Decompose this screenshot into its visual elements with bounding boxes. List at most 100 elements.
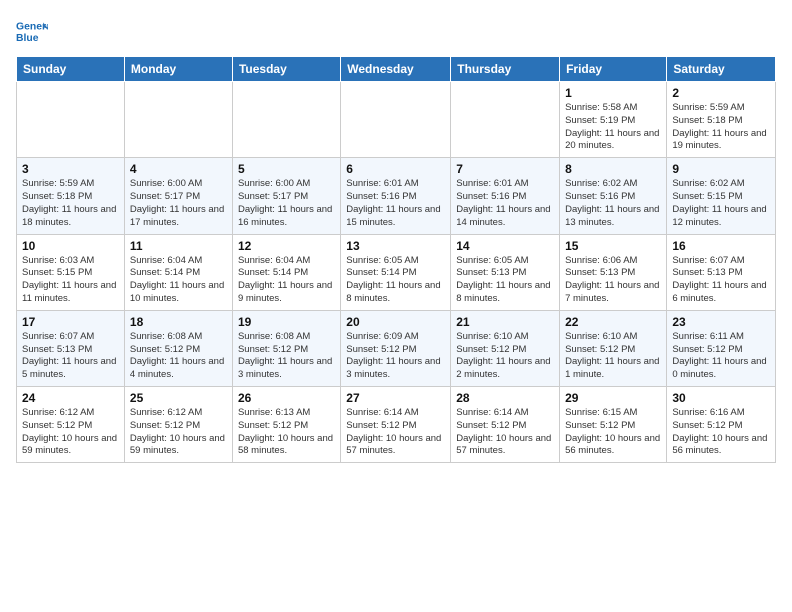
calendar-cell: 18 Sunrise: 6:08 AM Sunset: 5:12 PM Dayli… [124, 310, 232, 386]
day-info: Sunrise: 5:59 AM Sunset: 5:18 PM Dayligh… [672, 102, 770, 153]
calendar-cell: 29Sunrise: 6:15 AM Sunset: 5:12 PM Dayli… [560, 387, 667, 463]
calendar-week-row: 17 Sunrise: 6:07 AM Sunset: 5:13 PM Dayli… [17, 310, 776, 386]
calendar-cell: 9 Sunrise: 6:02 AM Sunset: 5:15 PM Daylig… [667, 158, 776, 234]
day-info: Sunrise: 6:04 AM Sunset: 5:14 PM Dayligh… [130, 255, 227, 306]
day-number: 11 [130, 239, 227, 253]
weekday-header: Saturday [667, 57, 776, 82]
day-number: 9 [672, 162, 770, 176]
weekday-header: Monday [124, 57, 232, 82]
day-info: Sunrise: 6:01 AM Sunset: 5:16 PM Dayligh… [456, 178, 554, 229]
calendar-cell [451, 82, 560, 158]
calendar-cell: 22 Sunrise: 6:10 AM Sunset: 5:12 PM Dayli… [560, 310, 667, 386]
weekday-header: Friday [560, 57, 667, 82]
day-info: Sunrise: 5:59 AM Sunset: 5:18 PM Dayligh… [22, 178, 119, 229]
weekday-header: Tuesday [232, 57, 340, 82]
calendar-cell: 1Sunrise: 5:58 AM Sunset: 5:19 PM Daylig… [560, 82, 667, 158]
day-number: 3 [22, 162, 119, 176]
day-info: Sunrise: 6:01 AM Sunset: 5:16 PM Dayligh… [346, 178, 445, 229]
calendar-cell: 20 Sunrise: 6:09 AM Sunset: 5:12 PM Dayli… [341, 310, 451, 386]
day-info: Sunrise: 6:05 AM Sunset: 5:14 PM Dayligh… [346, 255, 445, 306]
calendar-cell [17, 82, 125, 158]
calendar-week-row: 3 Sunrise: 5:59 AM Sunset: 5:18 PM Daylig… [17, 158, 776, 234]
calendar-cell: 26Sunrise: 6:13 AM Sunset: 5:12 PM Dayli… [232, 387, 340, 463]
day-number: 16 [672, 239, 770, 253]
calendar-cell: 2 Sunrise: 5:59 AM Sunset: 5:18 PM Daylig… [667, 82, 776, 158]
calendar-cell: 8Sunrise: 6:02 AM Sunset: 5:16 PM Daylig… [560, 158, 667, 234]
calendar-cell: 24 Sunrise: 6:12 AM Sunset: 5:12 PM Dayli… [17, 387, 125, 463]
day-info: Sunrise: 6:14 AM Sunset: 5:12 PM Dayligh… [346, 407, 445, 458]
calendar-week-row: 1Sunrise: 5:58 AM Sunset: 5:19 PM Daylig… [17, 82, 776, 158]
calendar-cell: 16 Sunrise: 6:07 AM Sunset: 5:13 PM Dayli… [667, 234, 776, 310]
calendar-cell: 28 Sunrise: 6:14 AM Sunset: 5:12 PM Dayli… [451, 387, 560, 463]
day-info: Sunrise: 6:07 AM Sunset: 5:13 PM Dayligh… [672, 255, 770, 306]
day-number: 22 [565, 315, 661, 329]
day-info: Sunrise: 6:15 AM Sunset: 5:12 PM Dayligh… [565, 407, 661, 458]
day-number: 14 [456, 239, 554, 253]
day-info: Sunrise: 6:08 AM Sunset: 5:12 PM Dayligh… [238, 331, 335, 382]
day-number: 21 [456, 315, 554, 329]
day-info: Sunrise: 6:10 AM Sunset: 5:12 PM Dayligh… [565, 331, 661, 382]
calendar-cell: 25 Sunrise: 6:12 AM Sunset: 5:12 PM Dayli… [124, 387, 232, 463]
calendar-table: SundayMondayTuesdayWednesdayThursdayFrid… [16, 56, 776, 463]
calendar-cell: 23 Sunrise: 6:11 AM Sunset: 5:12 PM Dayli… [667, 310, 776, 386]
day-info: Sunrise: 6:14 AM Sunset: 5:12 PM Dayligh… [456, 407, 554, 458]
day-info: Sunrise: 6:10 AM Sunset: 5:12 PM Dayligh… [456, 331, 554, 382]
day-info: Sunrise: 6:06 AM Sunset: 5:13 PM Dayligh… [565, 255, 661, 306]
day-number: 15 [565, 239, 661, 253]
day-info: Sunrise: 6:00 AM Sunset: 5:17 PM Dayligh… [130, 178, 227, 229]
day-number: 28 [456, 391, 554, 405]
calendar-cell: 17 Sunrise: 6:07 AM Sunset: 5:13 PM Dayli… [17, 310, 125, 386]
day-number: 4 [130, 162, 227, 176]
day-number: 18 [130, 315, 227, 329]
calendar-cell [232, 82, 340, 158]
day-info: Sunrise: 6:08 AM Sunset: 5:12 PM Dayligh… [130, 331, 227, 382]
calendar-cell: 3 Sunrise: 5:59 AM Sunset: 5:18 PM Daylig… [17, 158, 125, 234]
day-info: Sunrise: 6:12 AM Sunset: 5:12 PM Dayligh… [22, 407, 119, 458]
calendar-week-row: 10 Sunrise: 6:03 AM Sunset: 5:15 PM Dayli… [17, 234, 776, 310]
logo-icon: General Blue [16, 16, 48, 48]
day-info: Sunrise: 6:02 AM Sunset: 5:15 PM Dayligh… [672, 178, 770, 229]
day-info: Sunrise: 6:07 AM Sunset: 5:13 PM Dayligh… [22, 331, 119, 382]
day-number: 20 [346, 315, 445, 329]
day-info: Sunrise: 6:13 AM Sunset: 5:12 PM Dayligh… [238, 407, 335, 458]
weekday-header: Sunday [17, 57, 125, 82]
day-number: 19 [238, 315, 335, 329]
weekday-header: Wednesday [341, 57, 451, 82]
day-info: Sunrise: 6:03 AM Sunset: 5:15 PM Dayligh… [22, 255, 119, 306]
svg-text:Blue: Blue [16, 33, 39, 44]
calendar-header-row: SundayMondayTuesdayWednesdayThursdayFrid… [17, 57, 776, 82]
calendar-cell: 11 Sunrise: 6:04 AM Sunset: 5:14 PM Dayli… [124, 234, 232, 310]
day-number: 6 [346, 162, 445, 176]
day-number: 25 [130, 391, 227, 405]
calendar-cell: 7 Sunrise: 6:01 AM Sunset: 5:16 PM Daylig… [451, 158, 560, 234]
day-number: 17 [22, 315, 119, 329]
day-number: 12 [238, 239, 335, 253]
day-info: Sunrise: 6:04 AM Sunset: 5:14 PM Dayligh… [238, 255, 335, 306]
day-info: Sunrise: 6:02 AM Sunset: 5:16 PM Dayligh… [565, 178, 661, 229]
day-number: 13 [346, 239, 445, 253]
day-info: Sunrise: 6:09 AM Sunset: 5:12 PM Dayligh… [346, 331, 445, 382]
day-number: 7 [456, 162, 554, 176]
day-number: 27 [346, 391, 445, 405]
calendar-cell: 14Sunrise: 6:05 AM Sunset: 5:13 PM Dayli… [451, 234, 560, 310]
day-number: 1 [565, 86, 661, 100]
logo: General Blue [16, 16, 48, 48]
day-info: Sunrise: 6:12 AM Sunset: 5:12 PM Dayligh… [130, 407, 227, 458]
day-number: 10 [22, 239, 119, 253]
day-number: 2 [672, 86, 770, 100]
day-number: 23 [672, 315, 770, 329]
calendar-cell: 30 Sunrise: 6:16 AM Sunset: 5:12 PM Dayli… [667, 387, 776, 463]
day-number: 24 [22, 391, 119, 405]
calendar-cell [341, 82, 451, 158]
day-number: 30 [672, 391, 770, 405]
calendar-cell: 27 Sunrise: 6:14 AM Sunset: 5:12 PM Dayli… [341, 387, 451, 463]
calendar-cell: 10 Sunrise: 6:03 AM Sunset: 5:15 PM Dayli… [17, 234, 125, 310]
weekday-header: Thursday [451, 57, 560, 82]
day-info: Sunrise: 6:11 AM Sunset: 5:12 PM Dayligh… [672, 331, 770, 382]
day-number: 5 [238, 162, 335, 176]
calendar-cell: 6 Sunrise: 6:01 AM Sunset: 5:16 PM Daylig… [341, 158, 451, 234]
calendar-week-row: 24 Sunrise: 6:12 AM Sunset: 5:12 PM Dayli… [17, 387, 776, 463]
day-info: Sunrise: 6:16 AM Sunset: 5:12 PM Dayligh… [672, 407, 770, 458]
calendar-cell: 13 Sunrise: 6:05 AM Sunset: 5:14 PM Dayli… [341, 234, 451, 310]
calendar-cell: 12 Sunrise: 6:04 AM Sunset: 5:14 PM Dayli… [232, 234, 340, 310]
